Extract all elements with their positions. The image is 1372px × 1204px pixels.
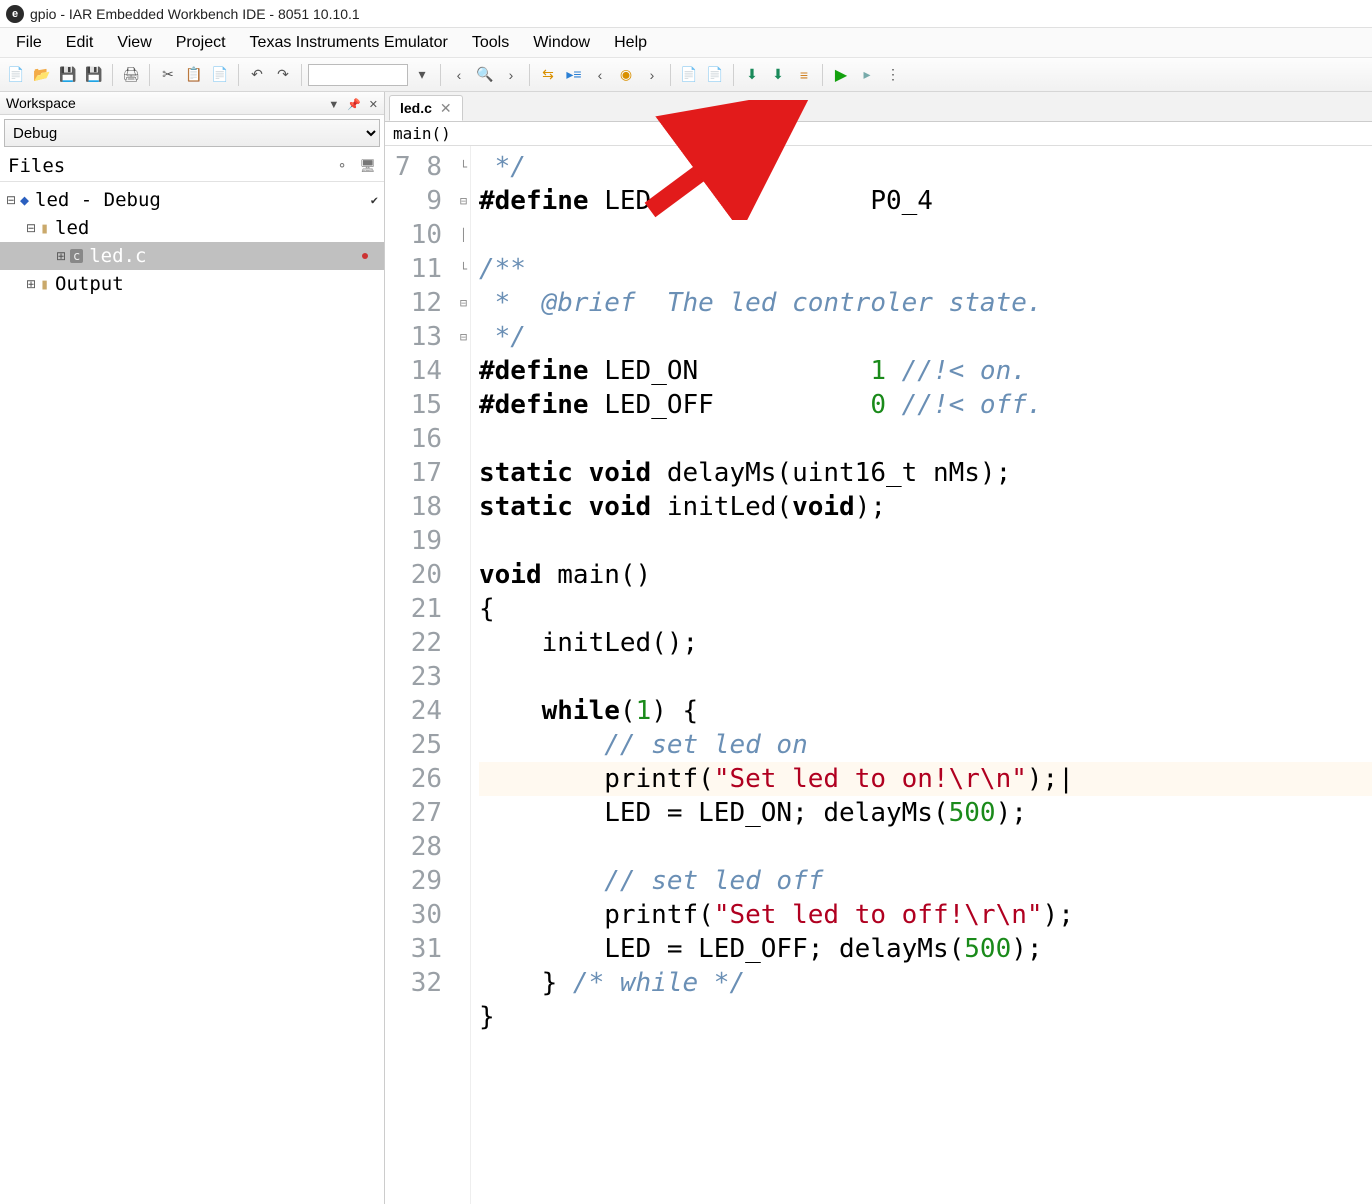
app-icon: e bbox=[6, 5, 24, 23]
separator bbox=[440, 64, 441, 86]
menu-tools[interactable]: Tools bbox=[460, 30, 521, 56]
tree-folder-output[interactable]: ⊞ ▮ Output bbox=[0, 270, 384, 298]
separator bbox=[112, 64, 113, 86]
menu-file[interactable]: File bbox=[4, 30, 54, 56]
collapse-icon[interactable]: ⊟ bbox=[24, 221, 38, 235]
modified-dot-icon bbox=[362, 253, 368, 259]
line-gutter: 7 8 9 10 11 12 13 14 15 16 17 18 19 20 2… bbox=[385, 146, 457, 1204]
tree-label: Output bbox=[55, 273, 124, 295]
workspace-header: Workspace ▼ 📌 ✕ bbox=[0, 92, 384, 115]
tree-label: led bbox=[55, 217, 89, 239]
download-button[interactable]: ⬇ bbox=[740, 63, 764, 87]
fold-column[interactable]: └ ⊟ │ └ ⊟ ⊟ bbox=[457, 146, 471, 1204]
separator bbox=[149, 64, 150, 86]
menu-project[interactable]: Project bbox=[164, 30, 238, 56]
undo-button[interactable]: ↶ bbox=[245, 63, 269, 87]
files-label: Files bbox=[8, 155, 65, 177]
window-title: gpio - IAR Embedded Workbench IDE - 8051… bbox=[30, 6, 360, 22]
c-file-icon: c bbox=[70, 249, 83, 263]
breakpoint-button[interactable]: ◉ bbox=[614, 63, 638, 87]
new-file-button[interactable]: 📄 bbox=[4, 63, 28, 87]
tab-led-c[interactable]: led.c ✕ bbox=[389, 95, 463, 121]
tree-project-root[interactable]: ⊟ ◆ led - Debug ✔ bbox=[0, 186, 384, 214]
separator bbox=[733, 64, 734, 86]
go-button[interactable]: ▶ bbox=[829, 63, 853, 87]
tab-label: led.c bbox=[400, 100, 432, 116]
file-tree[interactable]: ⊟ ◆ led - Debug ✔ ⊟ ▮ led ⊞ c led.c ⊞ ▮ … bbox=[0, 182, 384, 302]
expand-icon[interactable]: ⊞ bbox=[54, 249, 68, 263]
dropdown-icon[interactable]: ▼ bbox=[328, 99, 339, 111]
code-area[interactable]: 7 8 9 10 11 12 13 14 15 16 17 18 19 20 2… bbox=[385, 146, 1372, 1204]
tab-strip: led.c ✕ bbox=[385, 92, 1372, 122]
nav-fwd-button[interactable]: › bbox=[499, 63, 523, 87]
code-text[interactable]: */ #define LED P0_4 /** * @brief The led… bbox=[471, 146, 1372, 1204]
find-button[interactable]: 🔍 bbox=[473, 63, 497, 87]
toolbar-overflow-button[interactable]: ⋮ bbox=[881, 63, 905, 87]
config-select[interactable]: Debug bbox=[4, 119, 380, 147]
tree-folder-led[interactable]: ⊟ ▮ led bbox=[0, 214, 384, 242]
paste-button[interactable]: 📄 bbox=[208, 63, 232, 87]
tree-label: led - Debug bbox=[35, 189, 161, 211]
download-debug-button[interactable]: ⬇ bbox=[766, 63, 790, 87]
close-icon[interactable]: ✕ bbox=[440, 100, 452, 117]
stop-debug-button[interactable]: ≡ bbox=[792, 63, 816, 87]
folder-icon: ▮ bbox=[40, 275, 49, 293]
redo-button[interactable]: ↷ bbox=[271, 63, 295, 87]
dropdown-icon[interactable]: ▾ bbox=[410, 63, 434, 87]
find-combo[interactable] bbox=[308, 64, 408, 86]
make-button[interactable]: 📄 bbox=[703, 63, 727, 87]
files-header: Files ⚬ 🖥 bbox=[0, 151, 384, 182]
tree-file-led-c[interactable]: ⊞ c led.c bbox=[0, 242, 384, 270]
menu-help[interactable]: Help bbox=[602, 30, 659, 56]
save-all-button[interactable]: 💾 bbox=[82, 63, 106, 87]
separator bbox=[670, 64, 671, 86]
separator bbox=[822, 64, 823, 86]
save-button[interactable]: 💾 bbox=[56, 63, 80, 87]
separator bbox=[238, 64, 239, 86]
open-file-button[interactable]: 📂 bbox=[30, 63, 54, 87]
menu-window[interactable]: Window bbox=[521, 30, 602, 56]
next-button[interactable]: › bbox=[640, 63, 664, 87]
tree-label: led.c bbox=[89, 245, 146, 267]
folder-icon: ▮ bbox=[40, 219, 49, 237]
workspace-title: Workspace bbox=[6, 95, 76, 111]
expand-icon[interactable]: ⊞ bbox=[24, 277, 38, 291]
cut-button[interactable]: ✂ bbox=[156, 63, 180, 87]
check-icon: ✔ bbox=[371, 193, 378, 207]
function-bar[interactable]: main() bbox=[385, 122, 1372, 146]
prev-bookmark-button[interactable]: ‹ bbox=[588, 63, 612, 87]
step-button[interactable]: ▸ bbox=[855, 63, 879, 87]
close-icon[interactable]: ✕ bbox=[369, 99, 378, 111]
separator bbox=[529, 64, 530, 86]
workspace-panel: Workspace ▼ 📌 ✕ Debug Files ⚬ 🖥 ⊟ ◆ led … bbox=[0, 92, 385, 1204]
editor-panel: led.c ✕ main() 7 8 9 10 11 12 13 14 15 1… bbox=[385, 92, 1372, 1204]
col-icon: ⚬ bbox=[337, 159, 348, 174]
menu-view[interactable]: View bbox=[105, 30, 163, 56]
compile-button[interactable]: 📄 bbox=[677, 63, 701, 87]
pin-icon[interactable]: 📌 bbox=[347, 99, 361, 111]
menu-texas-instruments-emulator[interactable]: Texas Instruments Emulator bbox=[238, 30, 460, 56]
next-bookmark-button[interactable]: ▸≡ bbox=[562, 63, 586, 87]
print-button[interactable]: 🖨 bbox=[119, 63, 143, 87]
menu-edit[interactable]: Edit bbox=[54, 30, 106, 56]
menu-bar: FileEditViewProjectTexas Instruments Emu… bbox=[0, 28, 1372, 58]
col-icon: 🖥 bbox=[359, 159, 376, 174]
toggle-bookmark-button[interactable]: ⇆ bbox=[536, 63, 560, 87]
nav-back-button[interactable]: ‹ bbox=[447, 63, 471, 87]
toolbar: 📄 📂 💾 💾 🖨 ✂ 📋 📄 ↶ ↷ ▾ ‹ 🔍 › ⇆ ▸≡ ‹ ◉ › 📄… bbox=[0, 58, 1372, 92]
title-bar: e gpio - IAR Embedded Workbench IDE - 80… bbox=[0, 0, 1372, 28]
copy-button[interactable]: 📋 bbox=[182, 63, 206, 87]
project-icon: ◆ bbox=[20, 191, 29, 209]
separator bbox=[301, 64, 302, 86]
collapse-icon[interactable]: ⊟ bbox=[4, 193, 18, 207]
